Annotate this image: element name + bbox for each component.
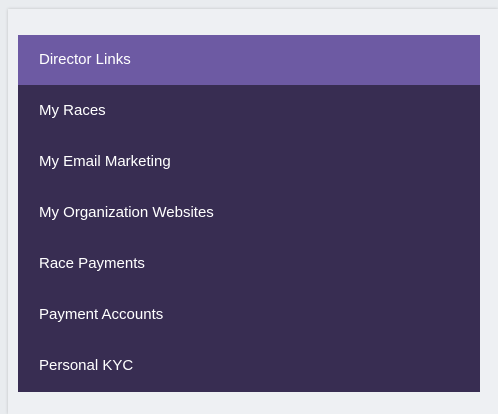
menu-header: Director Links [18,35,480,85]
menu-item-my-races[interactable]: My Races [18,85,480,136]
menu-item-my-organization-websites[interactable]: My Organization Websites [18,187,480,238]
director-links-menu: Director Links My Races My Email Marketi… [18,35,480,392]
menu-item-payment-accounts[interactable]: Payment Accounts [18,289,480,340]
menu-item-my-email-marketing[interactable]: My Email Marketing [18,136,480,187]
menu-item-race-payments[interactable]: Race Payments [18,238,480,289]
menu-item-personal-kyc[interactable]: Personal KYC [18,340,480,391]
